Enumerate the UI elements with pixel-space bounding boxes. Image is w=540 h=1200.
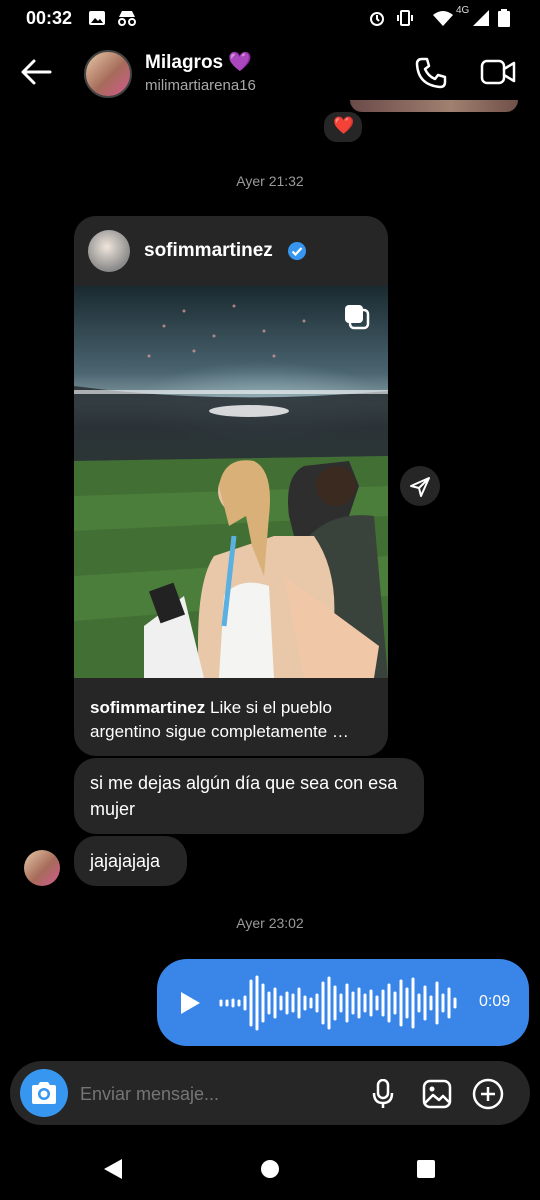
video-call-icon[interactable]: [480, 58, 516, 86]
heart-icon: ❤️: [333, 116, 355, 135]
contact-avatar[interactable]: [84, 50, 132, 98]
camera-icon: [32, 1082, 56, 1104]
battery-icon: [498, 9, 510, 27]
message-bubble[interactable]: jajajajaja: [74, 836, 187, 886]
verified-badge-icon: [288, 242, 306, 260]
stadium-photo: [74, 304, 388, 678]
back-nav-icon[interactable]: [102, 1158, 124, 1180]
carousel-icon: [345, 305, 370, 330]
gallery-icon[interactable]: [422, 1079, 452, 1109]
phone-icon[interactable]: [414, 56, 448, 90]
back-arrow-icon[interactable]: [20, 58, 52, 86]
message-bubble[interactable]: si me dejas algún día que sea con esa mu…: [74, 758, 424, 834]
status-bar: 00:32 4G: [0, 0, 540, 36]
home-nav-icon[interactable]: [260, 1159, 280, 1179]
recents-nav-icon[interactable]: [416, 1159, 436, 1179]
caption-username: sofimmartinez: [90, 698, 206, 717]
post-author-username[interactable]: sofimmartinez: [144, 240, 273, 262]
send-share-icon: [410, 477, 430, 497]
waveform[interactable]: [217, 975, 467, 1031]
contact-name-text: Milagros: [145, 52, 224, 73]
post-caption: sofimmartinez Like si el pueblo argentin…: [90, 696, 380, 744]
alarm-icon: [370, 12, 384, 26]
status-time: 00:32: [26, 8, 73, 28]
incognito-icon: [118, 11, 136, 26]
system-nav-bar: [0, 1140, 540, 1200]
wifi-icon: [433, 11, 453, 26]
post-image[interactable]: [74, 286, 388, 678]
timestamp: Ayer 23:02: [236, 915, 304, 931]
voice-message-bubble[interactable]: 0:09: [157, 959, 529, 1046]
post-author-avatar[interactable]: [88, 230, 130, 272]
camera-button[interactable]: [20, 1069, 68, 1117]
microphone-icon[interactable]: [372, 1079, 394, 1109]
sender-avatar[interactable]: [24, 850, 60, 886]
contact-name[interactable]: Milagros 💜: [145, 50, 252, 74]
message-composer: [10, 1061, 530, 1125]
purple-heart-emoji: 💜: [228, 52, 253, 73]
plus-icon[interactable]: [472, 1078, 504, 1110]
message-input[interactable]: [78, 1075, 352, 1113]
timestamp: Ayer 21:32: [236, 173, 304, 189]
heart-reaction[interactable]: ❤️: [322, 110, 364, 144]
play-icon[interactable]: [179, 991, 201, 1015]
image-notification-icon: [89, 11, 105, 25]
contact-username: milimartiarena16: [145, 77, 256, 94]
network-type: 4G: [456, 5, 470, 16]
previous-message-edge: [350, 100, 518, 112]
chat-header: [0, 40, 540, 104]
shared-post[interactable]: sofimmartinez sofimmartinez Like si el p…: [74, 216, 388, 756]
vibrate-icon: [397, 10, 413, 26]
signal-icon: [473, 10, 489, 26]
message-text: jajajajaja: [90, 851, 161, 871]
share-post-button[interactable]: [400, 466, 440, 506]
message-text: si me dejas algún día que sea con esa mu…: [90, 773, 398, 819]
voice-duration: 0:09: [479, 993, 511, 1010]
